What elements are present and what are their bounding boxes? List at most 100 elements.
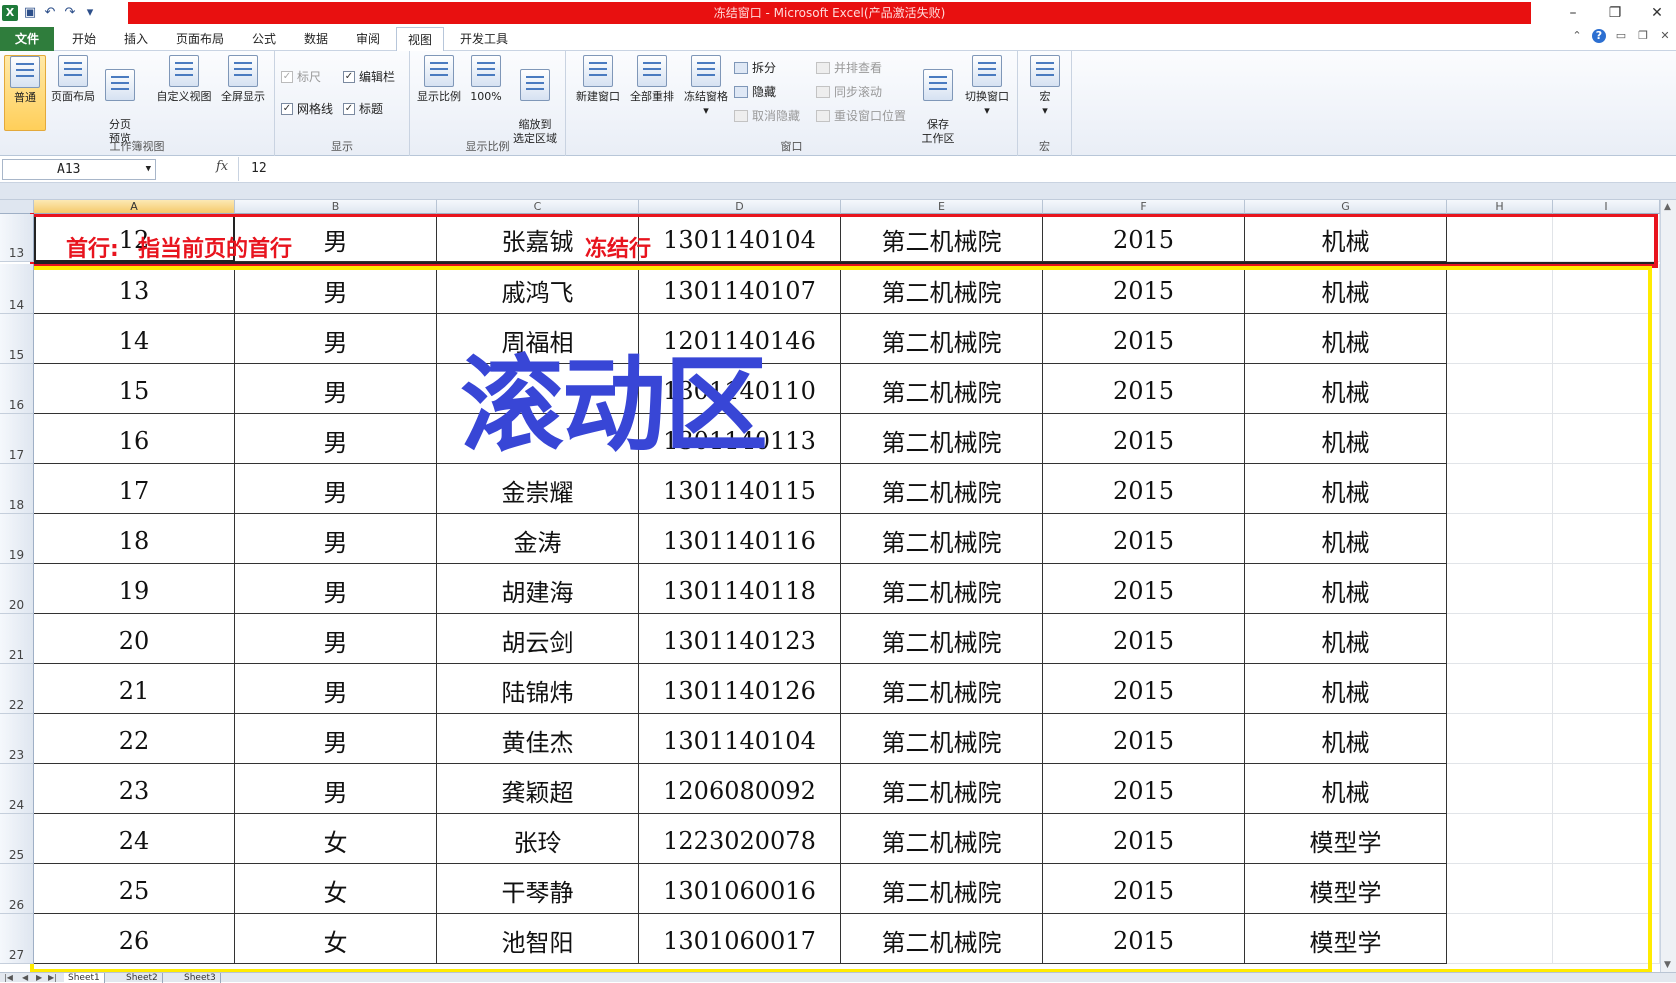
scroll-down-icon[interactable]: ▼ xyxy=(1664,960,1671,970)
table-cell[interactable]: 22 xyxy=(34,714,235,764)
table-cell[interactable]: 17 xyxy=(34,464,235,514)
table-cell[interactable]: 干琴静 xyxy=(437,864,639,914)
table-cell[interactable]: 男 xyxy=(235,664,437,714)
table-cell[interactable]: 男 xyxy=(235,414,437,464)
save-icon[interactable]: ▣ xyxy=(22,5,38,21)
row-header[interactable]: 26 xyxy=(0,864,34,914)
table-cell[interactable]: 1301140116 xyxy=(639,514,841,564)
close-button[interactable]: ✕ xyxy=(1648,2,1666,24)
table-cell[interactable] xyxy=(1553,864,1660,914)
table-cell[interactable]: 2015 xyxy=(1043,314,1245,364)
zoom-to-selection-button[interactable]: 缩放到 选定区域 xyxy=(508,55,562,146)
table-cell[interactable]: 金崇耀 xyxy=(437,464,639,514)
table-cell[interactable]: 2015 xyxy=(1043,564,1245,614)
table-cell[interactable] xyxy=(1553,314,1660,364)
table-cell[interactable]: 2015 xyxy=(1043,364,1245,414)
table-cell[interactable]: 男 xyxy=(235,464,437,514)
tab-formulas[interactable]: 公式 xyxy=(240,27,288,51)
name-box[interactable]: A13 ▼ xyxy=(2,159,156,180)
table-cell[interactable]: 26 xyxy=(34,914,235,964)
table-cell[interactable]: 第二机械院 xyxy=(841,764,1043,814)
table-cell[interactable]: 1301140115 xyxy=(639,464,841,514)
table-cell[interactable]: 机械 xyxy=(1245,564,1447,614)
table-cell[interactable]: 机械 xyxy=(1245,614,1447,664)
table-cell[interactable]: 25 xyxy=(34,864,235,914)
table-cell[interactable]: 第二机械院 xyxy=(841,464,1043,514)
full-screen-button[interactable]: 全屏显示 xyxy=(216,55,270,104)
column-header-c[interactable]: C xyxy=(437,200,639,214)
insert-function-icon[interactable]: fx xyxy=(216,159,228,174)
row-header[interactable]: 19 xyxy=(0,514,34,564)
table-cell[interactable]: 21 xyxy=(34,664,235,714)
row-header[interactable]: 22 xyxy=(0,664,34,714)
doc-restore-icon[interactable]: ❐ xyxy=(1636,29,1650,43)
table-cell[interactable]: 18 xyxy=(34,514,235,564)
table-cell[interactable]: 男 xyxy=(235,564,437,614)
row-header[interactable]: 20 xyxy=(0,564,34,614)
table-cell[interactable] xyxy=(1553,414,1660,464)
table-cell[interactable] xyxy=(1553,364,1660,414)
row-header[interactable]: 14 xyxy=(0,264,34,314)
table-cell[interactable]: 女 xyxy=(235,814,437,864)
table-cell[interactable] xyxy=(1447,364,1553,414)
table-cell[interactable]: 女 xyxy=(235,864,437,914)
table-cell[interactable] xyxy=(1553,764,1660,814)
doc-minimize-icon[interactable]: ▭ xyxy=(1614,29,1628,43)
table-cell[interactable]: 金涛 xyxy=(437,514,639,564)
row-header[interactable]: 18 xyxy=(0,464,34,514)
table-cell[interactable] xyxy=(1447,914,1553,964)
row-header[interactable]: 17 xyxy=(0,414,34,464)
table-cell[interactable]: 2015 xyxy=(1043,514,1245,564)
table-cell[interactable] xyxy=(1447,514,1553,564)
row-header[interactable]: 24 xyxy=(0,764,34,814)
row-header[interactable]: 21 xyxy=(0,614,34,664)
table-cell[interactable]: 2015 xyxy=(1043,864,1245,914)
tab-insert[interactable]: 插入 xyxy=(112,27,160,51)
zoom-100-button[interactable]: 100% xyxy=(466,55,506,104)
table-cell[interactable]: 第二机械院 xyxy=(841,614,1043,664)
vertical-scrollbar[interactable]: ▲ ▼ xyxy=(1660,200,1676,972)
column-header-g[interactable]: G xyxy=(1245,200,1447,214)
table-cell[interactable]: 第二机械院 xyxy=(841,264,1043,314)
table-cell[interactable]: 第二机械院 xyxy=(841,864,1043,914)
table-cell[interactable]: 14 xyxy=(34,314,235,364)
table-cell[interactable]: 男 xyxy=(235,614,437,664)
table-cell[interactable]: 胡建海 xyxy=(437,564,639,614)
table-cell[interactable]: 2015 xyxy=(1043,914,1245,964)
table-cell[interactable]: 2015 xyxy=(1043,414,1245,464)
table-cell[interactable]: 男 xyxy=(235,264,437,314)
table-cell[interactable] xyxy=(1447,314,1553,364)
table-cell[interactable]: 机械 xyxy=(1245,714,1447,764)
freeze-panes-button[interactable]: 冻结窗格 ▾ xyxy=(678,55,734,118)
row-header[interactable]: 16 xyxy=(0,364,34,414)
table-cell[interactable]: 陆锦炜 xyxy=(437,664,639,714)
zoom-button[interactable]: 显示比例 xyxy=(414,55,464,104)
formula-bar-checkbox[interactable]: ✓ 编辑栏 xyxy=(343,68,395,85)
table-cell[interactable]: 机械 xyxy=(1245,464,1447,514)
redo-icon[interactable]: ↷ xyxy=(62,5,78,21)
table-cell[interactable]: 第二机械院 xyxy=(841,564,1043,614)
table-cell[interactable]: 2015 xyxy=(1043,664,1245,714)
table-cell[interactable]: 第二机械院 xyxy=(841,714,1043,764)
table-cell[interactable]: 男 xyxy=(235,364,437,414)
table-cell[interactable] xyxy=(1447,614,1553,664)
table-cell[interactable] xyxy=(1447,414,1553,464)
table-cell[interactable] xyxy=(1447,814,1553,864)
table-cell[interactable] xyxy=(1553,564,1660,614)
column-header-f[interactable]: F xyxy=(1043,200,1245,214)
table-cell[interactable]: 15 xyxy=(34,364,235,414)
column-header-b[interactable]: B xyxy=(235,200,437,214)
table-cell[interactable]: 张玲 xyxy=(437,814,639,864)
normal-view-button[interactable]: 普通 xyxy=(4,55,46,131)
table-cell[interactable]: 1301140118 xyxy=(639,564,841,614)
row-header[interactable]: 15 xyxy=(0,314,34,364)
table-cell[interactable]: 第二机械院 xyxy=(841,414,1043,464)
table-cell[interactable] xyxy=(1447,564,1553,614)
table-cell[interactable]: 男 xyxy=(235,714,437,764)
table-cell[interactable]: 1301140126 xyxy=(639,664,841,714)
table-cell[interactable]: 第二机械院 xyxy=(841,214,1043,262)
table-cell[interactable]: 19 xyxy=(34,564,235,614)
table-cell[interactable]: 模型学 xyxy=(1245,814,1447,864)
split-button[interactable]: 拆分 xyxy=(734,59,776,76)
custom-views-button[interactable]: 自定义视图 xyxy=(152,55,216,104)
